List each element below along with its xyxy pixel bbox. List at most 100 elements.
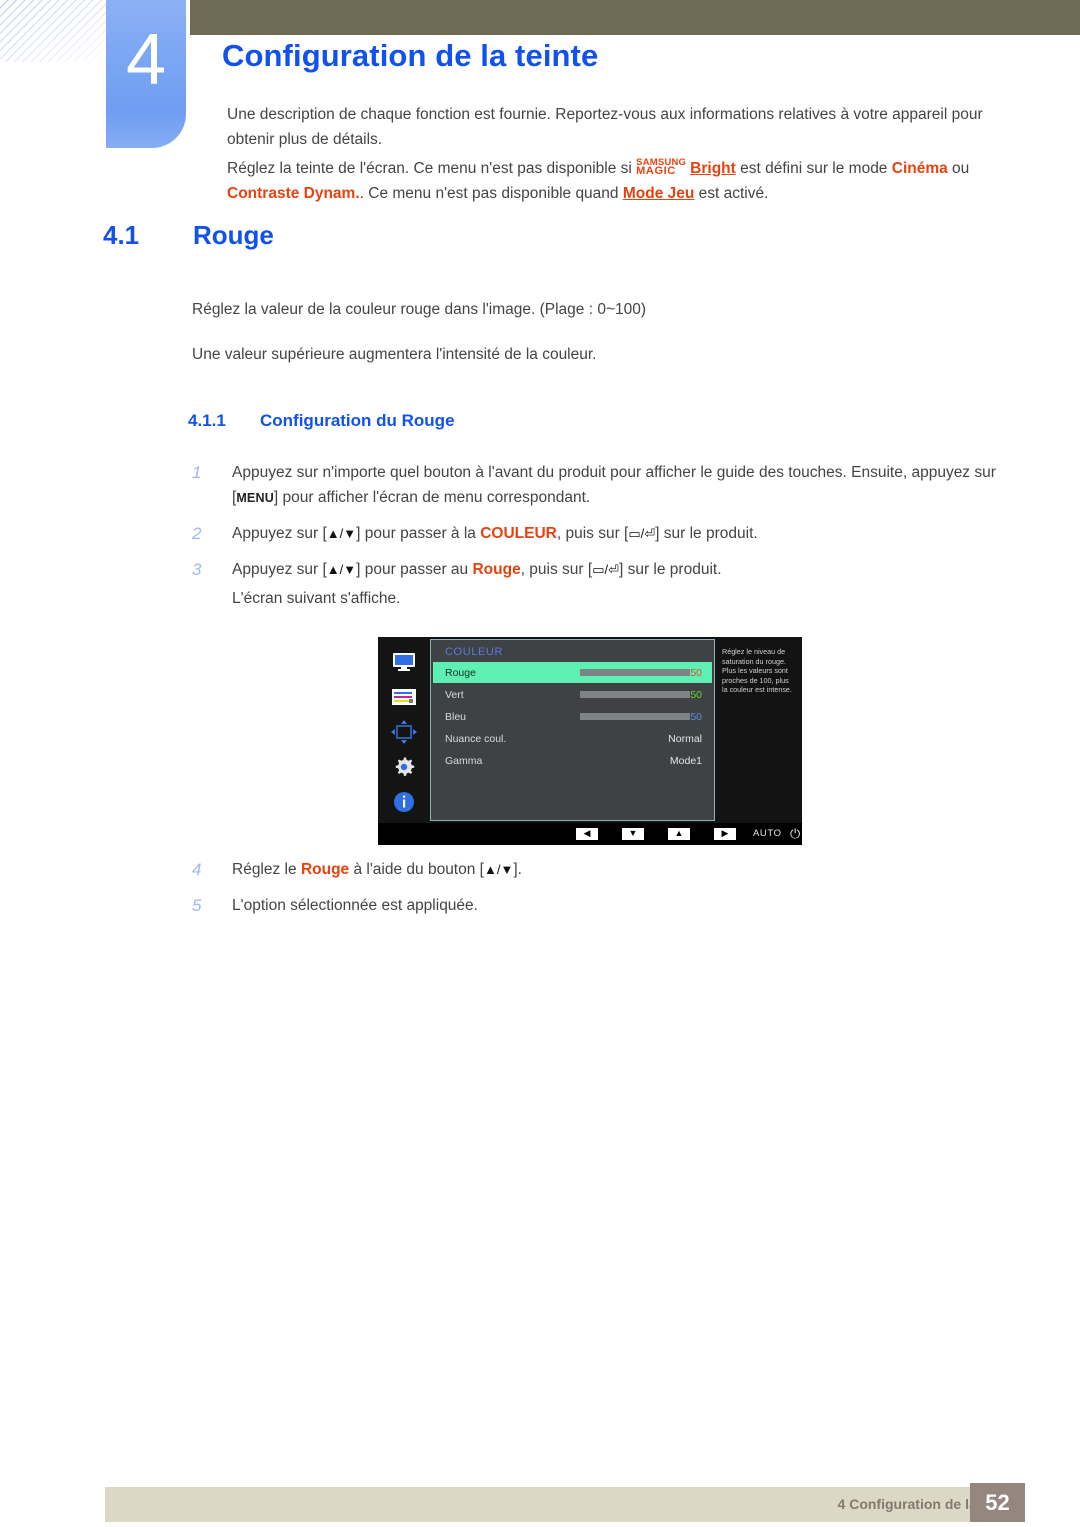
osd-screenshot: COULEUR Rouge 50 Vert 50 Bleu 50 Nuance … xyxy=(378,637,802,845)
step-3-text-c: , puis sur [ xyxy=(520,561,593,578)
osd-row-label: Nuance coul. xyxy=(445,732,507,745)
step-1-marker: 1 xyxy=(192,463,202,482)
osd-button-bar: ◀ ▼ ▲ ▶ AUTO ⏻ xyxy=(378,823,802,845)
section-number: 4.1 xyxy=(103,220,140,250)
note-text-or: ou xyxy=(947,160,970,177)
osd-slider-track[interactable] xyxy=(580,691,690,698)
step-2-text-d: ] sur le produit. xyxy=(655,525,758,542)
note-text-part4: est activé. xyxy=(694,185,769,202)
step-1-text-b: ] pour afficher l'écran de menu correspo… xyxy=(273,489,591,506)
chapter-title: Configuration de la teinte xyxy=(222,38,599,73)
step-4-text: Réglez le Rouge à l'aide du bouton [▲/▼]… xyxy=(232,857,892,882)
step-3-text-d: ] sur le produit. xyxy=(618,561,722,578)
size-position-icon[interactable] xyxy=(389,719,419,746)
note-mode-jeu: Mode Jeu xyxy=(622,185,695,202)
step-2: 2 Appuyez sur [▲/▼] pour passer à la COU… xyxy=(192,521,1002,546)
step-2-text-c: , puis sur [ xyxy=(556,525,629,542)
note-text-part1: Réglez la teinte de l'écran. Ce menu n'e… xyxy=(227,160,637,177)
osd-row-gamma[interactable]: Gamma Mode1 xyxy=(433,750,712,771)
osd-row-bleu[interactable]: Bleu 50 xyxy=(433,706,712,727)
samsung-magic-logo: SAMSUNG MAGIC xyxy=(636,158,690,177)
note-mode-cinema: Cinéma xyxy=(891,160,948,177)
osd-button-down[interactable]: ▼ xyxy=(622,827,644,840)
section-paragraph-1: Réglez la valeur de la couleur rouge dan… xyxy=(192,301,647,318)
step-2-marker: 2 xyxy=(192,524,202,543)
osd-row-rouge[interactable]: Rouge 50 xyxy=(433,662,712,683)
note-text-part3: . Ce menu n'est pas disponible quand xyxy=(359,185,623,202)
step-3-text-a: Appuyez sur [ xyxy=(232,561,327,578)
osd-menu-title: COULEUR xyxy=(445,646,503,658)
step-4: 4 Réglez le Rouge à l'aide du bouton [▲/… xyxy=(192,857,892,882)
info-icon[interactable] xyxy=(389,788,419,815)
osd-row-label: Bleu xyxy=(445,710,467,723)
footer-page-number: 52 xyxy=(970,1483,1025,1522)
osd-row-label: Gamma xyxy=(445,754,483,767)
up-down-arrow-icon: ▲/▼ xyxy=(483,862,514,877)
step-3-text-b: ] pour passer au xyxy=(356,561,473,578)
step-5: 5 L'option sélectionnée est appliquée. xyxy=(192,893,892,918)
up-triangle-icon: ▲ xyxy=(668,827,690,840)
up-down-arrow-icon: ▲/▼ xyxy=(326,526,357,541)
step-3: 3 Appuyez sur [▲/▼] pour passer au Rouge… xyxy=(192,557,1002,582)
osd-icon-sidebar xyxy=(378,637,430,823)
osd-row-label: Rouge xyxy=(445,666,476,679)
osd-menu-panel: COULEUR Rouge 50 Vert 50 Bleu 50 Nuance … xyxy=(430,639,715,821)
gear-icon[interactable] xyxy=(389,753,419,780)
enter-key-icon: ▭/⏎ xyxy=(628,526,656,541)
section-heading: 4.1 Rouge xyxy=(103,220,274,251)
up-down-arrow-icon: ▲/▼ xyxy=(326,562,357,577)
enter-key-icon: ▭/⏎ xyxy=(592,562,619,577)
osd-row-value: 50 xyxy=(690,710,702,723)
osd-description-panel: Réglez le niveau de saturation du rouge.… xyxy=(716,639,800,821)
step-1-text: Appuyez sur n'importe quel bouton à l'av… xyxy=(232,460,1002,511)
osd-button-up[interactable]: ▲ xyxy=(668,827,690,840)
step-5-text: L'option sélectionnée est appliquée. xyxy=(232,897,478,914)
osd-button-auto[interactable]: AUTO xyxy=(753,827,782,840)
step-3-marker: 3 xyxy=(192,560,202,579)
header-olive-bar xyxy=(190,0,1080,35)
subsection-title: Configuration du Rouge xyxy=(260,411,455,430)
step-4-text-b: à l'aide du bouton [ xyxy=(349,861,484,878)
osd-row-value: Normal xyxy=(668,732,702,745)
osd-row-nuance-coul[interactable]: Nuance coul. Normal xyxy=(433,728,712,749)
step-4-text-c: ]. xyxy=(513,861,522,878)
osd-slider-track[interactable] xyxy=(580,713,690,720)
magic-logo-magic: MAGIC xyxy=(636,165,676,177)
step-4-target-rouge: Rouge xyxy=(300,861,350,878)
magic-bright-label: Bright xyxy=(690,160,736,177)
right-triangle-icon: ▶ xyxy=(714,827,736,840)
step-3-text: Appuyez sur [▲/▼] pour passer au Rouge, … xyxy=(232,557,1002,582)
step-3-target-rouge: Rouge xyxy=(472,561,521,578)
monitor-icon[interactable] xyxy=(389,649,419,676)
osd-button-power[interactable]: ⏻ xyxy=(790,827,800,840)
step-2-target-couleur: COULEUR xyxy=(480,525,557,542)
section-title: Rouge xyxy=(193,220,274,250)
color-sliders-icon[interactable] xyxy=(389,684,419,711)
osd-row-label: Vert xyxy=(445,688,464,701)
chapter-note-paragraph: Réglez la teinte de l'écran. Ce menu n'e… xyxy=(227,156,987,206)
step-4-text-a: Réglez le xyxy=(232,861,301,878)
osd-row-value: 50 xyxy=(690,666,702,679)
osd-slider-track[interactable] xyxy=(580,669,690,676)
note-mode-contraste-dynam: Contraste Dynam. xyxy=(227,185,360,202)
osd-button-left[interactable]: ◀ xyxy=(576,827,598,840)
power-icon: ⏻ xyxy=(790,826,801,841)
osd-button-right[interactable]: ▶ xyxy=(714,827,736,840)
down-triangle-icon: ▼ xyxy=(622,827,644,840)
osd-row-value: 50 xyxy=(690,688,702,701)
step-2-text-b: ] pour passer à la xyxy=(356,525,481,542)
osd-row-vert[interactable]: Vert 50 xyxy=(433,684,712,705)
auto-label: AUTO xyxy=(753,828,782,839)
osd-row-value: Mode1 xyxy=(669,754,702,767)
chapter-number-badge: 4 xyxy=(106,0,186,148)
step-4-marker: 4 xyxy=(192,860,202,879)
menu-key-label: MENU xyxy=(236,491,274,505)
left-triangle-icon: ◀ xyxy=(576,827,598,840)
step-3-note: L'écran suivant s'affiche. xyxy=(232,590,401,607)
step-5-marker: 5 xyxy=(192,896,202,915)
section-paragraph-2: Une valeur supérieure augmentera l'inten… xyxy=(192,346,597,363)
subsection-heading: 4.1.1 Configuration du Rouge xyxy=(188,411,455,431)
step-1: 1 Appuyez sur n'importe quel bouton à l'… xyxy=(192,460,1002,511)
step-2-text: Appuyez sur [▲/▼] pour passer à la COULE… xyxy=(232,521,1002,546)
step-2-text-a: Appuyez sur [ xyxy=(232,525,327,542)
